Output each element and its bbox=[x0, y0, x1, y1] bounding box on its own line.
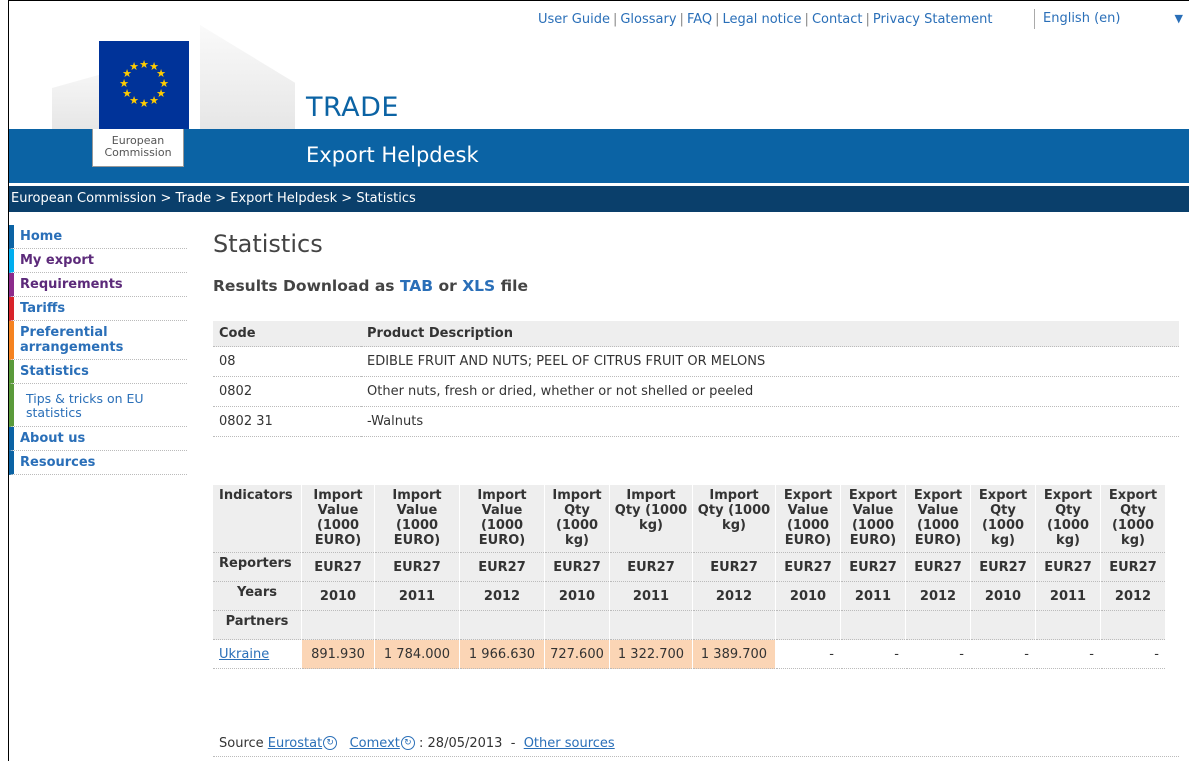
sidebar-item-preferential-arrangements[interactable]: Preferential arrangements bbox=[9, 321, 187, 360]
brand-subtitle: Export Helpdesk bbox=[306, 143, 479, 167]
svg-text:★: ★ bbox=[129, 60, 139, 73]
sidebar-subitem-tips[interactable]: Tips & tricks on EU statistics bbox=[9, 384, 187, 427]
sidebar-item-tariffs[interactable]: Tariffs bbox=[9, 297, 187, 321]
brand-title: TRADE bbox=[306, 92, 399, 123]
table-row: 0802 Other nuts, fresh or dried, whether… bbox=[213, 376, 1179, 407]
indicator-header: Import Qty (1000 kg) bbox=[609, 485, 693, 553]
description-header: Product Description bbox=[361, 321, 1179, 347]
indicator-header: Export Qty (1000 kg) bbox=[1100, 485, 1166, 553]
statistics-table: Indicators Import Value (1000 EURO) Impo… bbox=[213, 485, 1166, 669]
language-value: English (en) bbox=[1043, 11, 1121, 26]
legal-notice-link[interactable]: Legal notice bbox=[723, 12, 802, 27]
european-commission-label[interactable]: European Commission bbox=[92, 129, 184, 167]
divider bbox=[213, 756, 1179, 757]
faq-link[interactable]: FAQ bbox=[687, 12, 712, 27]
contact-link[interactable]: Contact bbox=[812, 12, 863, 27]
page-title: Statistics bbox=[213, 230, 323, 258]
indicators-label: Indicators bbox=[213, 485, 302, 553]
chevron-down-icon: ▼ bbox=[1174, 12, 1183, 25]
header-bar bbox=[9, 129, 1189, 183]
breadcrumb[interactable]: European Commission > Trade > Export Hel… bbox=[9, 186, 1189, 212]
eurostat-link[interactable]: Eurostat bbox=[268, 736, 322, 751]
language-select[interactable]: English (en) ▼ bbox=[1034, 9, 1189, 29]
indicator-header: Import Value (1000 EURO) bbox=[459, 485, 545, 553]
results-download: Results Download as TAB or XLS file bbox=[213, 277, 528, 295]
product-table: Code Product Description 08 EDIBLE FRUIT… bbox=[213, 321, 1179, 437]
sidebar-item-home[interactable]: Home bbox=[9, 225, 187, 249]
user-guide-link[interactable]: User Guide bbox=[538, 12, 610, 27]
sidebar-item-requirements[interactable]: Requirements bbox=[9, 273, 187, 297]
indicator-header: Export Qty (1000 kg) bbox=[1035, 485, 1101, 553]
indicator-header: Import Qty (1000 kg) bbox=[692, 485, 776, 553]
xls-download-link[interactable]: XLS bbox=[462, 277, 495, 295]
sidebar: Home My export Requirements Tariffs Pref… bbox=[9, 225, 187, 475]
eu-flag-logo: ★ ★ ★ ★ ★ ★ ★ ★ ★ ★ ★ ★ bbox=[99, 41, 189, 129]
code-header: Code bbox=[213, 321, 361, 347]
sidebar-item-about-us[interactable]: About us bbox=[9, 427, 187, 451]
indicator-header: Export Value (1000 EURO) bbox=[840, 485, 906, 553]
svg-text:★: ★ bbox=[149, 94, 159, 107]
partner-link-ukraine[interactable]: Ukraine bbox=[219, 647, 269, 662]
table-row: 0802 31 -Walnuts bbox=[213, 406, 1179, 437]
privacy-statement-link[interactable]: Privacy Statement bbox=[873, 12, 993, 27]
indicator-header: Export Value (1000 EURO) bbox=[905, 485, 971, 553]
other-sources-link[interactable]: Other sources bbox=[524, 736, 615, 751]
glossary-link[interactable]: Glossary bbox=[620, 12, 676, 27]
indicator-header: Import Qty (1000 kg) bbox=[544, 485, 610, 553]
partners-row: Partners bbox=[213, 610, 1166, 640]
indicator-header: Export Qty (1000 kg) bbox=[970, 485, 1036, 553]
reporters-row: Reporters EUR27 EUR27 EUR27 EUR27 EUR27 … bbox=[213, 552, 1166, 582]
svg-text:★: ★ bbox=[139, 97, 149, 110]
top-links: User Guide | Glossary | FAQ | Legal notice | Con… bbox=[538, 12, 993, 27]
svg-text:★: ★ bbox=[139, 58, 149, 71]
sidebar-item-resources[interactable]: Resources bbox=[9, 451, 187, 475]
sidebar-item-statistics[interactable]: Statistics bbox=[9, 360, 187, 384]
tab-download-link[interactable]: TAB bbox=[400, 277, 433, 295]
external-link-icon: ↻ bbox=[323, 736, 338, 750]
indicator-header: Export Value (1000 EURO) bbox=[775, 485, 841, 553]
external-link-icon: ↻ bbox=[400, 736, 415, 750]
sidebar-item-my-export[interactable]: My export bbox=[9, 249, 187, 273]
indicator-header: Import Value (1000 EURO) bbox=[374, 485, 460, 553]
indicator-header: Import Value (1000 EURO) bbox=[301, 485, 375, 553]
comext-link[interactable]: Comext bbox=[350, 736, 400, 751]
source-line: Source Eurostat ↻ Comext ↻ : 28/05/2013 - … bbox=[219, 736, 615, 751]
table-row: Ukraine 891.930 1 784.000 1 966.630 727.… bbox=[213, 639, 1166, 669]
years-row: Years 2010 2011 2012 2010 2011 2012 2010… bbox=[213, 581, 1166, 611]
table-row: 08 EDIBLE FRUIT AND NUTS; PEEL OF CITRUS… bbox=[213, 346, 1179, 377]
